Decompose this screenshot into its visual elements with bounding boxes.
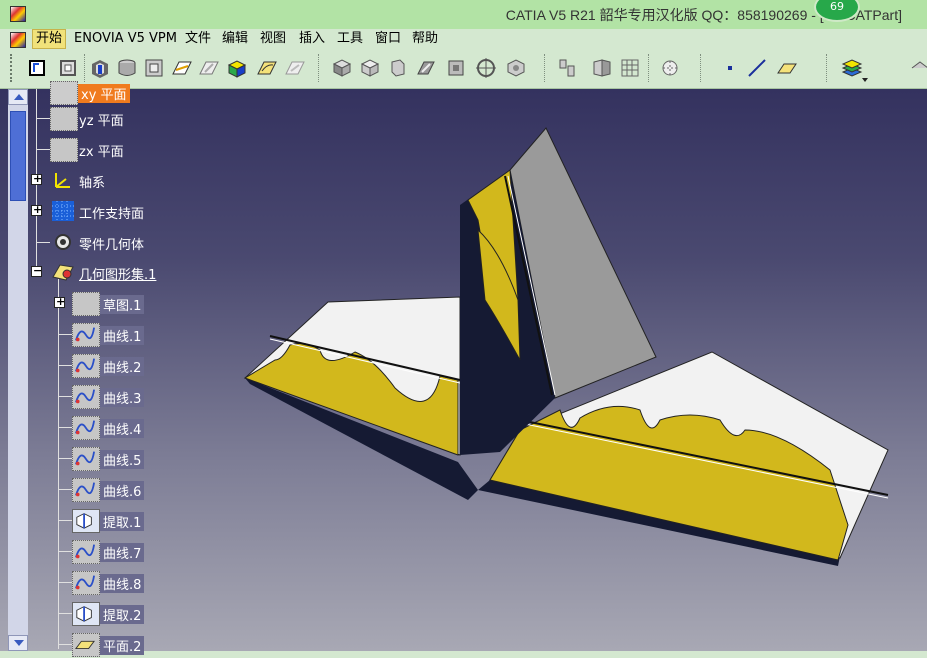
scroll-down-button[interactable] — [8, 635, 28, 651]
menu-window[interactable]: 窗口 — [372, 30, 404, 48]
mesh-grid-icon[interactable] — [618, 56, 642, 80]
fly-icon[interactable] — [474, 56, 498, 80]
plane-icon — [72, 633, 100, 657]
menu-enovia[interactable]: ENOVIA V5 VPM — [71, 30, 180, 48]
tree-scrollbar[interactable] — [8, 89, 28, 651]
scroll-up-button[interactable] — [8, 89, 28, 105]
toolbar-grip[interactable] — [10, 54, 15, 82]
menu-file[interactable]: 文件 — [182, 30, 214, 48]
more-icon[interactable] — [908, 56, 927, 80]
menu-edit[interactable]: 编辑 — [219, 30, 251, 48]
view-right-icon[interactable] — [386, 56, 410, 80]
menu-bar: 开始 ENOVIA V5 VPM 文件 编辑 视图 插入 工具 窗口 帮助 — [0, 29, 927, 50]
menu-help[interactable]: 帮助 — [409, 30, 441, 48]
curve-icon — [72, 354, 100, 378]
expand-toggle[interactable]: + — [54, 295, 65, 308]
blend-icon[interactable] — [283, 56, 307, 80]
extract-icon — [72, 602, 100, 626]
grid-icon — [50, 200, 76, 222]
point-icon[interactable] — [718, 56, 742, 80]
plane-icon — [50, 81, 78, 105]
curve-icon — [72, 385, 100, 409]
menu-insert[interactable]: 插入 — [296, 30, 328, 48]
curve-icon — [72, 416, 100, 440]
view-iso-icon[interactable] — [330, 56, 354, 80]
plane-icon — [50, 107, 78, 131]
sketch-icon[interactable] — [26, 56, 50, 80]
line-icon[interactable] — [745, 56, 769, 80]
positioned-sketch-icon[interactable] — [56, 56, 80, 80]
pad-icon[interactable] — [88, 56, 112, 80]
sketch-icon — [72, 292, 100, 316]
curve-icon — [72, 571, 100, 595]
document-menu-icon[interactable] — [10, 32, 26, 48]
menu-start[interactable]: 开始 — [32, 29, 67, 49]
mesh-icon[interactable] — [504, 56, 528, 80]
scroll-thumb[interactable] — [10, 111, 26, 201]
toolbar — [0, 50, 927, 89]
shaft-icon[interactable] — [142, 56, 166, 80]
boolean-icon[interactable] — [225, 56, 249, 80]
apply-material-icon[interactable] — [840, 56, 864, 80]
curve-icon — [72, 478, 100, 502]
plane-icon — [50, 138, 78, 162]
catia-app-icon[interactable] — [10, 6, 26, 22]
view-front-icon[interactable] — [358, 56, 382, 80]
grid-view-icon[interactable] — [590, 56, 614, 80]
analysis-icon[interactable] — [556, 56, 580, 80]
axis-system-icon — [50, 169, 76, 191]
view-rear-icon[interactable] — [444, 56, 468, 80]
curve-icon — [72, 447, 100, 471]
geometric-set-icon — [50, 261, 76, 283]
gear-icon — [50, 231, 76, 253]
curve-icon — [72, 540, 100, 564]
expand-toggle[interactable]: + — [31, 172, 42, 185]
menu-tools[interactable]: 工具 — [334, 30, 366, 48]
sphere-icon[interactable] — [658, 56, 682, 80]
fill-icon[interactable] — [197, 56, 221, 80]
view-top-icon[interactable] — [414, 56, 438, 80]
expand-toggle[interactable]: + — [31, 203, 42, 216]
surface-icon[interactable] — [170, 56, 194, 80]
collapse-toggle[interactable]: − — [31, 264, 42, 277]
specification-tree: xy 平面 yz 平面 zx 平面 + 轴系 + 工作支持面 零件几何体 − 几… — [28, 81, 228, 657]
plane-icon[interactable] — [775, 56, 799, 80]
extract-icon — [72, 509, 100, 533]
curve-icon — [72, 323, 100, 347]
title-bar: CATIA V5 R21 韶华专用汉化版 QQ：858190269 - [tai… — [0, 0, 927, 29]
pocket-icon[interactable] — [115, 56, 139, 80]
multi-section-icon[interactable] — [255, 56, 279, 80]
menu-view[interactable]: 视图 — [257, 30, 289, 48]
